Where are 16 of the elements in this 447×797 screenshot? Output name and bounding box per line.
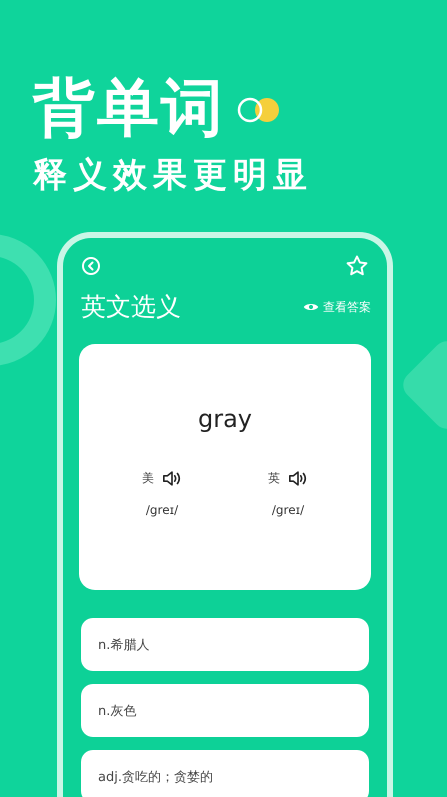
subtitle: 释义效果更明显	[32, 154, 314, 196]
speaker-icon[interactable]	[162, 470, 182, 487]
eye-icon	[303, 302, 319, 312]
headline: 背单词	[33, 72, 225, 144]
word-text: gray	[196, 404, 253, 434]
phonetic-text: /greɪ/	[272, 503, 304, 517]
circles-icon	[237, 96, 281, 124]
answer-option[interactable]: adj.贪吃的；贪婪的	[81, 750, 369, 797]
answer-option[interactable]: n.灰色	[81, 684, 369, 737]
answer-option[interactable]: n.希腊人	[81, 618, 369, 671]
speaker-icon[interactable]	[288, 470, 308, 487]
accent-label: 美	[142, 470, 154, 487]
star-icon[interactable]	[345, 254, 369, 278]
screen-title: 英文选义	[80, 291, 181, 323]
accent-label: 英	[268, 470, 280, 487]
phonetic-text: /greɪ/	[146, 503, 178, 517]
